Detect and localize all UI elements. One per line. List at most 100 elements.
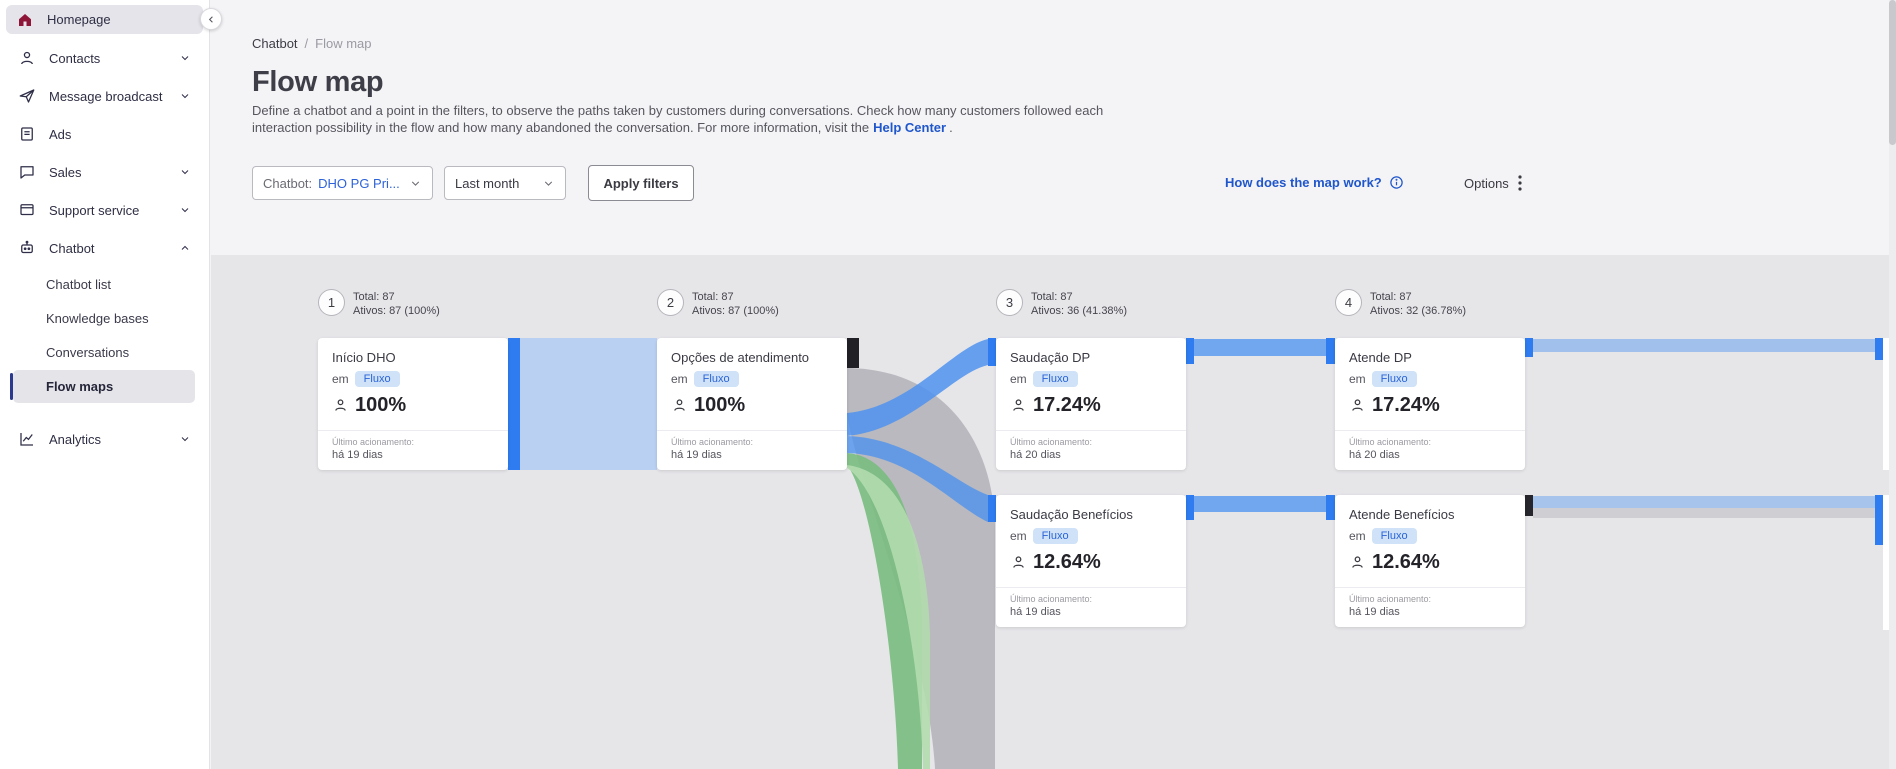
flow-card[interactable]: Atende Benefícios em Fluxo 12.64% Último… (1335, 495, 1525, 627)
card-percent: 12.64% (1372, 551, 1440, 573)
chevron-down-icon (409, 177, 422, 190)
em-label: em (332, 372, 349, 386)
breadcrumb-current: Flow map (315, 36, 372, 51)
column-active: Ativos: 87 (100%) (353, 305, 440, 317)
sidebar-item-label: Ads (49, 126, 72, 142)
card-percent-row: 100% (332, 394, 406, 417)
column-total: Total: 87 (353, 291, 395, 303)
last-trigger-label: Último acionamento: (1349, 437, 1432, 447)
person-icon (1349, 554, 1366, 571)
sidebar-item-label: Sales (49, 164, 82, 180)
card-percent: 12.64% (1033, 551, 1101, 573)
chatbot-select-label: Chatbot: (263, 175, 313, 191)
person-icon (1010, 554, 1027, 571)
sidebar-item-sales[interactable]: Sales (8, 154, 201, 190)
sidebar-item-knowledge-bases[interactable]: Knowledge bases (13, 302, 195, 335)
scrollbar-thumb[interactable] (1889, 0, 1896, 145)
last-trigger-value: há 20 dias (1349, 449, 1400, 461)
sidebar-item-support-service[interactable]: Support service (8, 192, 201, 228)
last-trigger-label: Último acionamento: (1010, 594, 1093, 604)
period-select[interactable]: Last month (444, 166, 566, 200)
card-percent: 100% (355, 394, 407, 416)
flow-card[interactable]: Atende DP em Fluxo 17.24% Último acionam… (1335, 338, 1525, 470)
column-number: 3 (996, 289, 1023, 316)
flow-badge: Fluxo (1032, 371, 1078, 387)
sidebar-subitem-label: Knowledge bases (46, 311, 149, 326)
last-trigger-value: há 19 dias (332, 449, 383, 461)
sidebar-item-message-broadcast[interactable]: Message broadcast (8, 78, 201, 114)
last-trigger-value: há 19 dias (1010, 606, 1061, 618)
flow-card[interactable]: Opções de atendimento em Fluxo 100% Últi… (657, 338, 847, 470)
sidebar-subitem-label: Chatbot list (46, 277, 112, 292)
monitor-icon (18, 201, 36, 219)
divider (657, 430, 847, 431)
kebab-menu-icon (1518, 175, 1522, 191)
card-context: em Fluxo (332, 371, 400, 387)
last-trigger-label: Último acionamento: (671, 437, 754, 447)
card-percent-row: 17.24% (1349, 394, 1440, 417)
sidebar-collapse-button[interactable] (200, 8, 222, 30)
sidebar-item-ads[interactable]: Ads (8, 116, 201, 152)
column-marker-1: 1 Total: 87 Ativos: 87 (100%) (318, 289, 440, 318)
column-number: 4 (1335, 289, 1362, 316)
sidebar-item-chatbot-list[interactable]: Chatbot list (13, 268, 195, 301)
card-title: Atende Benefícios (1349, 507, 1455, 522)
options-label: Options (1464, 175, 1509, 191)
column-stats: Total: 87 Ativos: 36 (41.38%) (1031, 289, 1127, 318)
flow-card[interactable]: Início DHO em Fluxo 100% Último acioname… (318, 338, 508, 470)
card-percent: 100% (694, 394, 746, 416)
divider (996, 587, 1186, 588)
help-center-link[interactable]: Help Center (873, 120, 946, 135)
flow-card[interactable]: Saudação Benefícios em Fluxo 12.64% Últi… (996, 495, 1186, 627)
send-icon (18, 87, 36, 105)
sidebar-subitem-label: Flow maps (46, 379, 114, 394)
sidebar-item-homepage[interactable]: Homepage (6, 5, 203, 34)
chevron-down-icon (179, 52, 191, 64)
column-total: Total: 87 (692, 291, 734, 303)
card-title: Atende DP (1349, 350, 1412, 365)
flow-badge: Fluxo (693, 371, 739, 387)
column-stats: Total: 87 Ativos: 87 (100%) (353, 289, 440, 318)
breadcrumb-parent[interactable]: Chatbot (252, 36, 298, 51)
map-help-link[interactable]: How does the map work? (1225, 175, 1404, 190)
last-trigger-label: Último acionamento: (332, 437, 415, 447)
divider (996, 430, 1186, 431)
sidebar-item-conversations[interactable]: Conversations (13, 336, 195, 369)
scrollbar[interactable] (1889, 0, 1896, 769)
card-percent-row: 17.24% (1010, 394, 1101, 417)
chevron-down-icon (179, 204, 191, 216)
app-root: Homepage Contacts Message broadcast Ads … (0, 0, 1896, 769)
column-marker-2: 2 Total: 87 Ativos: 87 (100%) (657, 289, 779, 318)
sidebar-item-analytics[interactable]: Analytics (8, 421, 201, 457)
em-label: em (1010, 372, 1027, 386)
sidebar-item-label: Homepage (47, 12, 111, 27)
sidebar-item-chatbot[interactable]: Chatbot (8, 230, 201, 266)
sidebar-item-label: Support service (49, 202, 140, 218)
person-icon (18, 49, 36, 67)
chatbot-select[interactable]: Chatbot: DHO PG Pri... (252, 166, 433, 200)
card-title: Opções de atendimento (671, 350, 810, 365)
apply-filters-button[interactable]: Apply filters (588, 165, 694, 201)
column-active: Ativos: 32 (36.78%) (1370, 305, 1466, 317)
card-title: Início DHO (332, 350, 396, 365)
flow-card[interactable]: Saudação DP em Fluxo 17.24% Último acion… (996, 338, 1186, 470)
divider (1335, 587, 1525, 588)
description-suffix: . (949, 120, 953, 135)
sidebar-item-contacts[interactable]: Contacts (8, 40, 201, 76)
column-stats: Total: 87 Ativos: 32 (36.78%) (1370, 289, 1466, 318)
card-percent-row: 12.64% (1349, 551, 1440, 574)
flow-badge: Fluxo (1032, 528, 1078, 544)
column-marker-3: 3 Total: 87 Ativos: 36 (41.38%) (996, 289, 1127, 318)
sidebar-item-flow-maps[interactable]: Flow maps (10, 370, 195, 403)
person-icon (671, 397, 688, 414)
sidebar-item-label: Message broadcast (49, 88, 163, 104)
flow-map-canvas[interactable]: 1 Total: 87 Ativos: 87 (100%) 2 Total: 8… (211, 255, 1896, 769)
em-label: em (671, 372, 688, 386)
chevron-down-icon (542, 177, 555, 190)
divider (318, 430, 508, 431)
divider (1335, 430, 1525, 431)
column-stats: Total: 87 Ativos: 87 (100%) (692, 289, 779, 318)
card-percent: 17.24% (1372, 394, 1440, 416)
options-button[interactable]: Options (1464, 175, 1522, 191)
flow-badge: Fluxo (354, 371, 400, 387)
